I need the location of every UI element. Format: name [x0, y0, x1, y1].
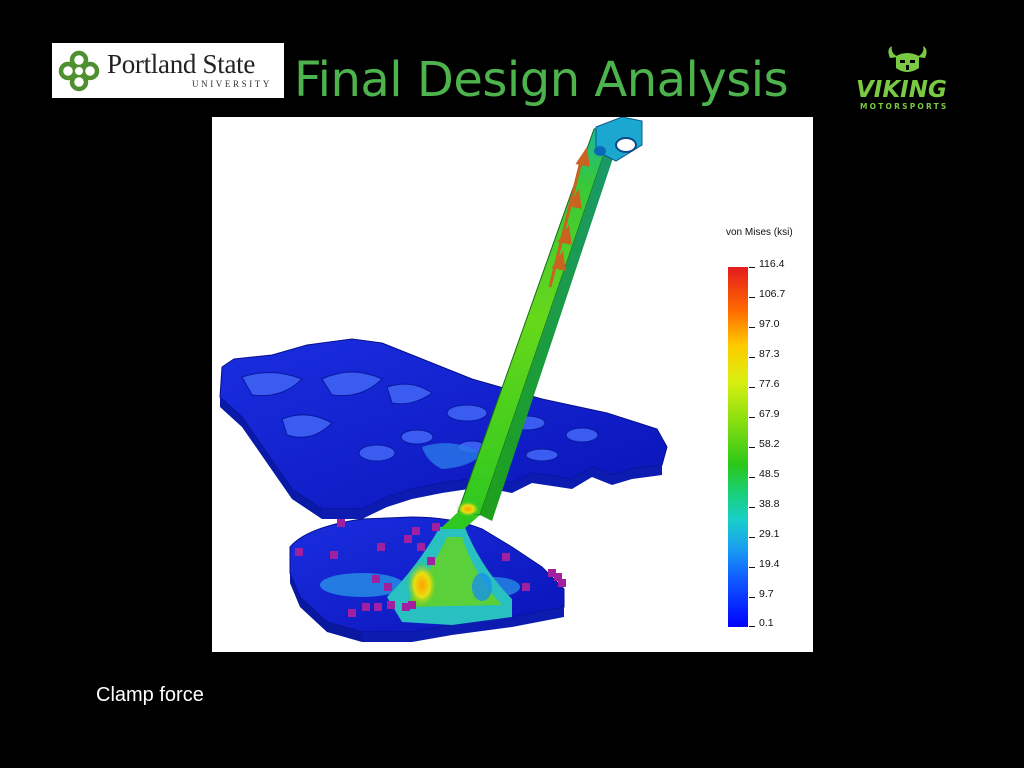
brand-subtitle: MOTORSPORTS: [860, 102, 949, 111]
legend-title: von Mises (ksi): [726, 227, 793, 238]
legend-tick: [749, 507, 755, 508]
legend-tick: [749, 357, 755, 358]
legend-value: 29.1: [759, 528, 780, 540]
legend-value: 97.0: [759, 318, 780, 330]
legend-value: 77.6: [759, 378, 780, 390]
portland-state-logo: Portland State UNIVERSITY: [52, 43, 284, 98]
brand-word: VIKING: [856, 77, 947, 103]
legend-tick: [749, 597, 755, 598]
legend-tick: [749, 567, 755, 568]
legend-tick: [749, 417, 755, 418]
stress-color-scale: [728, 267, 748, 627]
legend-value: 87.3: [759, 348, 780, 360]
legend-value: 9.7: [759, 588, 774, 600]
legend-value: 38.8: [759, 498, 780, 510]
legend-value: 19.4: [759, 558, 780, 570]
legend-tick: [749, 387, 755, 388]
fea-stress-plot: von Mises (ksi) 116.4 106.7 97.0 87.3 77…: [212, 117, 813, 652]
legend-tick: [749, 537, 755, 538]
legend-value: 58.2: [759, 438, 780, 450]
legend-value: 67.9: [759, 408, 780, 420]
legend-value: 48.5: [759, 468, 780, 480]
fea-model-render: [219, 117, 668, 642]
legend-tick: [749, 327, 755, 328]
logo-subtitle: UNIVERSITY: [192, 79, 272, 89]
legend-value: 116.4: [759, 258, 785, 270]
viking-motorsports-logo: VIKING MOTORSPORTS: [850, 46, 965, 114]
legend-value: 106.7: [759, 288, 786, 300]
caption: Clamp force: [96, 684, 204, 706]
legend-tick: [749, 297, 755, 298]
legend-tick: [749, 447, 755, 448]
legend-tick: [749, 626, 755, 627]
slide-title: Final Design Analysis: [294, 52, 789, 108]
logo-name: Portland State: [107, 49, 256, 79]
legend-tick: [749, 477, 755, 478]
legend-tick: [749, 267, 755, 268]
legend-value: 0.1: [759, 617, 774, 629]
psu-knot-icon: [58, 50, 100, 92]
